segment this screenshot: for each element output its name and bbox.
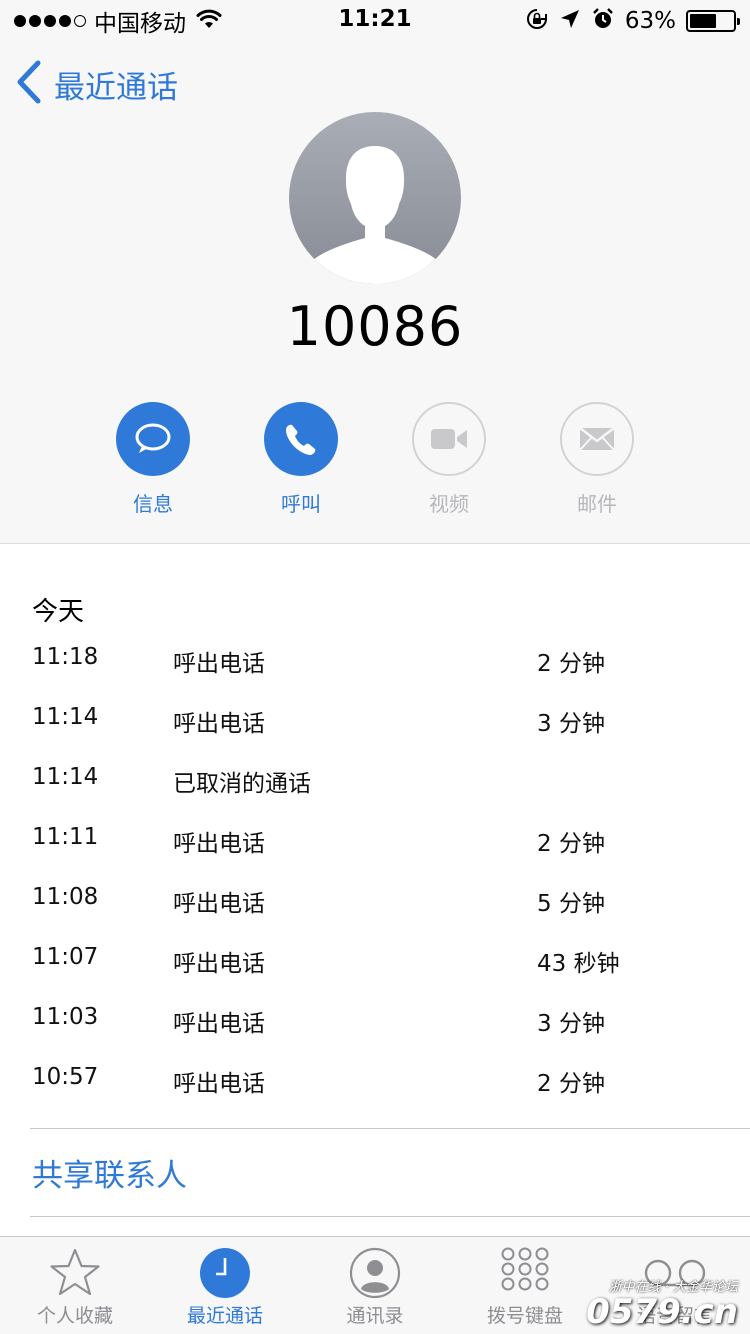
rotation-lock-icon — [525, 7, 549, 35]
star-icon — [50, 1248, 100, 1296]
location-icon — [559, 8, 581, 34]
call-duration: 2 分钟 — [537, 831, 605, 857]
video-label: 视频 — [429, 492, 469, 516]
call-row: 11:18 呼出电话 2 分钟 — [0, 628, 750, 688]
share-contact-link[interactable]: 共享联系人 — [32, 1150, 187, 1195]
call-duration: 2 分钟 — [537, 651, 605, 677]
call-type: 呼出电话 — [173, 831, 265, 857]
alarm-icon — [591, 7, 615, 35]
tab-favorites[interactable]: 个人收藏 — [0, 1237, 150, 1334]
call-type: 呼出电话 — [173, 1071, 265, 1097]
contact-avatar — [289, 112, 461, 284]
call-type: 呼出电话 — [173, 1011, 265, 1037]
call-duration: 43 秒钟 — [537, 951, 620, 977]
tab-label: 最近通话 — [186, 1305, 263, 1327]
call-time: 11:11 — [32, 824, 99, 850]
mail-icon — [579, 427, 615, 451]
contacts-icon — [349, 1247, 401, 1299]
message-label: 信息 — [133, 492, 173, 516]
video-button[interactable]: 视频 — [389, 402, 509, 517]
call-time: 11:18 — [32, 644, 99, 670]
tab-recents[interactable]: 最近通话 — [150, 1237, 300, 1334]
call-time: 11:03 — [32, 1004, 99, 1030]
call-type: 呼出电话 — [173, 711, 265, 737]
call-row: 11:08 呼出电话 5 分钟 — [0, 868, 750, 928]
call-button[interactable]: 呼叫 — [241, 402, 361, 517]
phone-icon — [286, 424, 316, 455]
call-time: 11:07 — [32, 944, 99, 970]
watermark-main: 0579.cn — [586, 1292, 738, 1332]
call-time: 11:14 — [32, 764, 99, 790]
call-time: 11:08 — [32, 884, 99, 910]
tab-label: 通讯录 — [346, 1305, 404, 1327]
status-right: 63% — [525, 6, 740, 36]
call-row: 11:03 呼出电话 3 分钟 — [0, 988, 750, 1048]
video-icon — [431, 429, 467, 449]
contact-header: 最近通话 10086 信息 呼叫 视频 邮件 — [0, 40, 750, 544]
divider — [30, 1128, 750, 1129]
contact-number: 10086 — [286, 295, 464, 358]
keypad-icon — [501, 1247, 549, 1291]
battery-icon — [686, 10, 740, 32]
call-row: 11:11 呼出电话 2 分钟 — [0, 808, 750, 868]
message-button[interactable]: 信息 — [93, 402, 213, 517]
call-duration: 5 分钟 — [537, 891, 605, 917]
call-duration: 3 分钟 — [537, 711, 605, 737]
call-label: 呼叫 — [281, 492, 321, 516]
chevron-left-icon — [16, 60, 42, 108]
status-bar: 中国移动 11:21 63% — [0, 0, 750, 40]
battery-percent: 63% — [624, 8, 676, 34]
action-row: 信息 呼叫 视频 邮件 — [0, 402, 750, 532]
call-type: 呼出电话 — [173, 891, 265, 917]
clock-icon — [200, 1248, 250, 1298]
call-type: 呼出电话 — [173, 651, 265, 677]
call-time: 11:14 — [32, 704, 99, 730]
message-icon — [135, 423, 171, 453]
watermark: 浙中在线 · 大金华论坛 0579.cn — [568, 1276, 738, 1332]
call-row: 11:14 呼出电话 3 分钟 — [0, 688, 750, 748]
tab-label: 个人收藏 — [36, 1305, 113, 1327]
call-type: 已取消的通话 — [173, 771, 311, 797]
call-duration: 3 分钟 — [537, 1011, 605, 1037]
call-type: 呼出电话 — [173, 951, 265, 977]
call-duration: 2 分钟 — [537, 1071, 605, 1097]
mail-label: 邮件 — [577, 492, 617, 516]
section-title-today: 今天 — [32, 597, 85, 627]
call-row: 10:57 呼出电话 2 分钟 — [0, 1048, 750, 1108]
back-button[interactable]: 最近通话 — [16, 60, 178, 108]
back-label: 最近通话 — [54, 69, 178, 106]
call-row: 11:14 已取消的通话 — [0, 748, 750, 808]
mail-button[interactable]: 邮件 — [537, 402, 657, 517]
call-row: 11:07 呼出电话 43 秒钟 — [0, 928, 750, 988]
person-silhouette-icon — [311, 146, 439, 284]
divider — [30, 1216, 750, 1217]
tab-contacts[interactable]: 通讯录 — [300, 1237, 450, 1334]
call-time: 10:57 — [32, 1064, 99, 1090]
